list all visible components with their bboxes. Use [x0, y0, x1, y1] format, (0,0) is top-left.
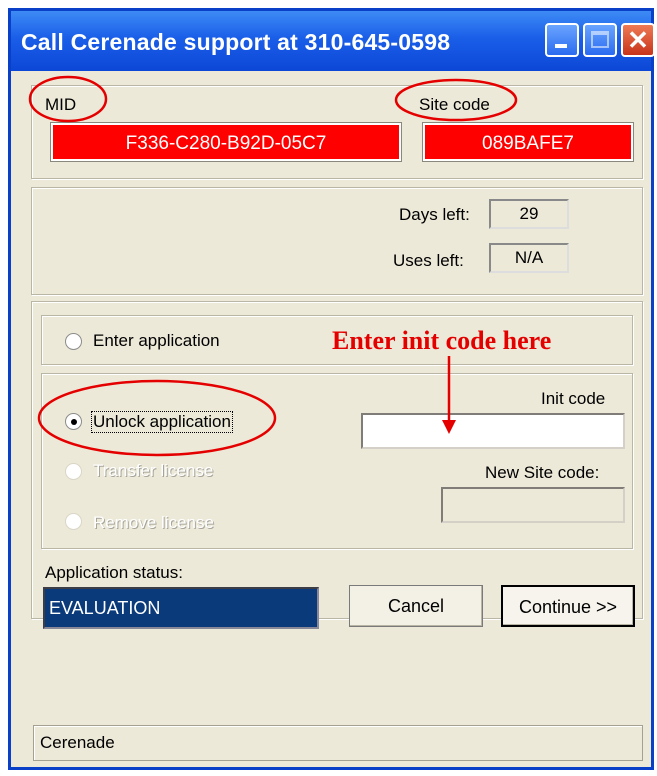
cancel-button[interactable]: Cancel: [349, 585, 483, 627]
application-status-field: EVALUATION: [43, 587, 319, 629]
unlock-application-radio[interactable]: [65, 413, 82, 430]
new-site-code-label: New Site code:: [485, 463, 600, 482]
annotation-text: Enter init code here: [332, 326, 552, 355]
maximize-button[interactable]: [583, 23, 617, 57]
remove-license-radio[interactable]: [65, 513, 82, 530]
site-code-field: 089BAFE7: [422, 122, 634, 162]
minimize-button[interactable]: [545, 23, 579, 57]
mid-label: MID: [45, 95, 77, 114]
enter-application-radio[interactable]: [65, 333, 82, 350]
site-code-label: Site code: [419, 95, 490, 114]
application-status-label: Application status:: [45, 563, 183, 582]
title-bar[interactable]: Call Cerenade support at 310-645-0598 ✕: [11, 11, 655, 71]
minimize-icon: [555, 44, 567, 48]
license-dialog: Call Cerenade support at 310-645-0598 ✕ …: [8, 8, 655, 770]
status-bar: Cerenade: [33, 725, 643, 761]
mid-field: F336-C280-B92D-05C7: [50, 122, 402, 162]
enter-application-label[interactable]: Enter application: [93, 331, 220, 351]
new-site-code-input[interactable]: [441, 487, 625, 523]
radio-selected-dot: [71, 419, 77, 425]
init-code-input[interactable]: [361, 413, 625, 449]
uses-left-label: Uses left:: [393, 251, 464, 270]
uses-left-value: N/A: [489, 243, 569, 273]
days-left-value: 29: [489, 199, 569, 229]
days-left-label: Days left:: [399, 205, 470, 224]
window-title: Call Cerenade support at 310-645-0598: [21, 29, 451, 55]
transfer-license-label[interactable]: Transfer license: [93, 461, 213, 481]
maximize-icon: [591, 31, 609, 48]
close-icon: ✕: [627, 25, 649, 55]
init-code-label: Init code: [541, 389, 606, 408]
close-button[interactable]: ✕: [621, 23, 655, 57]
transfer-license-radio[interactable]: [65, 463, 82, 480]
unlock-application-label[interactable]: Unlock application: [91, 411, 233, 433]
continue-button[interactable]: Continue >>: [501, 585, 635, 627]
remove-license-label[interactable]: Remove license: [93, 513, 214, 533]
